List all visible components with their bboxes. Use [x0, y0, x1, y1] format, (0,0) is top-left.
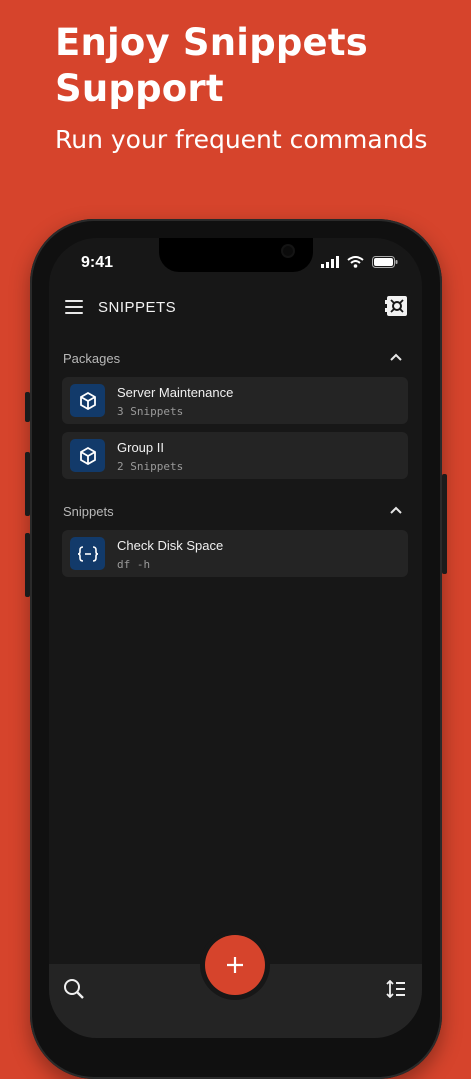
app-bar: SNIPPETS — [49, 288, 422, 328]
promo-subtitle: Run your frequent commands — [55, 125, 428, 154]
sort-icon[interactable] — [386, 980, 406, 998]
phone-volume-up — [25, 452, 30, 516]
status-time: 9:41 — [81, 254, 114, 271]
wifi-icon — [347, 256, 364, 268]
promo-title: Enjoy Snippets Support — [55, 21, 368, 110]
battery-icon — [372, 256, 398, 268]
chevron-up-icon[interactable] — [390, 353, 402, 361]
page-title: SNIPPETS — [98, 299, 177, 316]
add-button[interactable] — [205, 935, 265, 995]
snippet-command: df -h — [117, 558, 151, 571]
vault-icon[interactable] — [385, 295, 409, 317]
package-count: 2 Snippets — [117, 460, 184, 473]
signal-icon — [321, 256, 339, 268]
snippet-row-check-disk-space[interactable]: Check Disk Space df -h — [62, 530, 408, 577]
phone-screen: 9:41 SNIPPETS Packages Server Maintenanc… — [49, 238, 422, 1038]
search-icon[interactable] — [63, 978, 85, 1000]
phone-volume-down — [25, 533, 30, 597]
package-name: Group II — [117, 440, 164, 455]
package-row-group-ii[interactable]: Group II 2 Snippets — [62, 432, 408, 479]
package-cube-icon — [70, 439, 105, 472]
phone-power-button — [442, 474, 447, 574]
snippet-name: Check Disk Space — [117, 538, 224, 553]
status-icons — [321, 256, 398, 268]
phone-silent-switch — [25, 392, 30, 422]
packages-section-label: Packages — [63, 351, 121, 366]
hamburger-menu-icon[interactable] — [65, 300, 83, 314]
package-name: Server Maintenance — [117, 385, 234, 400]
package-count: 3 Snippets — [117, 405, 184, 418]
snippet-braces-icon — [70, 537, 105, 570]
plus-icon — [227, 957, 243, 973]
camera-icon — [283, 246, 293, 256]
notch — [159, 238, 313, 272]
snippets-section-header[interactable]: Snippets — [63, 504, 408, 524]
packages-section-header[interactable]: Packages — [63, 351, 408, 371]
chevron-up-icon[interactable] — [390, 506, 402, 514]
package-cube-icon — [70, 384, 105, 417]
package-row-server-maintenance[interactable]: Server Maintenance 3 Snippets — [62, 377, 408, 424]
snippets-section-label: Snippets — [63, 504, 114, 519]
